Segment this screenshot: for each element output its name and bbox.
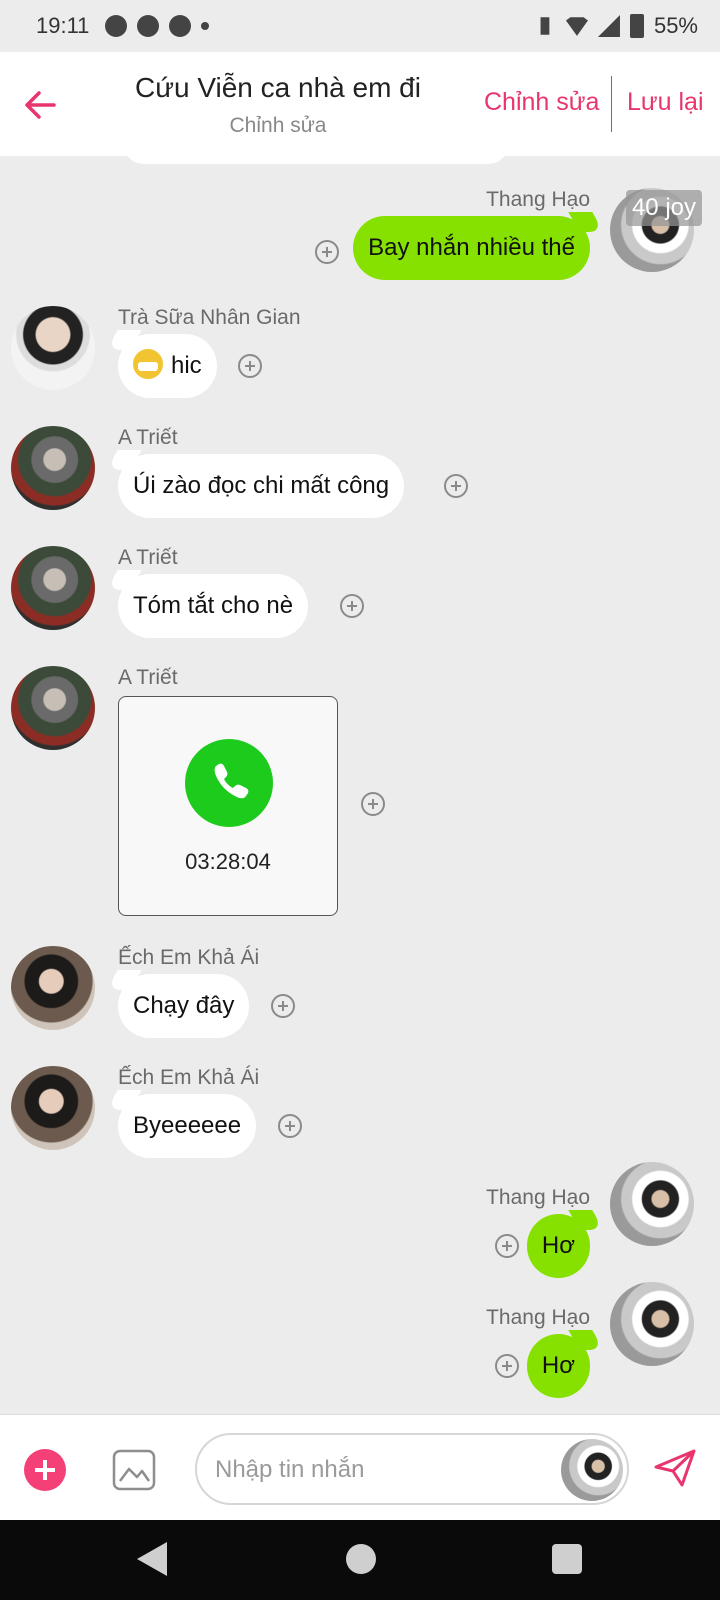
add-reaction-icon[interactable] xyxy=(444,474,468,498)
avatar[interactable] xyxy=(11,426,95,510)
joy-badge: 40 joy xyxy=(625,190,702,226)
message-text: hic xyxy=(171,352,202,379)
add-reaction-icon[interactable] xyxy=(271,994,295,1018)
wifi-icon xyxy=(565,17,588,36)
chat-subtitle: Chỉnh sửa xyxy=(229,114,327,137)
message-bubble[interactable]: hic xyxy=(118,334,217,398)
add-reaction-icon[interactable] xyxy=(238,354,262,378)
add-reaction-icon[interactable] xyxy=(340,594,364,618)
message-field[interactable] xyxy=(195,1433,629,1505)
nav-back-icon[interactable] xyxy=(137,1542,167,1576)
header-divider xyxy=(611,76,612,132)
message-bubble[interactable]: Byeeeeee xyxy=(118,1094,257,1158)
message-bubble[interactable]: Tóm tắt cho nè xyxy=(118,574,309,638)
system-nav-bar xyxy=(0,1520,720,1600)
save-button[interactable]: Lưu lại xyxy=(627,88,704,117)
sneezing-face-emoji xyxy=(133,349,163,379)
call-circle xyxy=(185,739,273,827)
add-reaction-icon[interactable] xyxy=(495,1234,519,1258)
image-icon[interactable] xyxy=(112,1449,156,1491)
nav-recents-icon[interactable] xyxy=(552,1544,582,1574)
sender-name: A Triết xyxy=(118,666,178,689)
avatar[interactable] xyxy=(610,1162,694,1246)
message-row: Ếch Em Khả Ái Byeeeeee xyxy=(0,1066,720,1158)
message-row: Ếch Em Khả Ái Chạy đây xyxy=(0,946,720,1038)
status-bar: 19:11 55% xyxy=(0,0,720,52)
previous-message-bubble xyxy=(124,156,508,164)
sender-name: Ếch Em Khả Ái xyxy=(118,1066,260,1089)
message-row: Thang Hạo Hơ xyxy=(0,1282,720,1398)
message-list[interactable]: Thang Hạo Bay nhắn nhiều thế 40 joy Trà … xyxy=(0,156,720,1414)
edit-button[interactable]: Chỉnh sửa xyxy=(484,88,599,117)
message-row: Thang Hạo Hơ xyxy=(0,1162,720,1278)
sender-name: A Triết xyxy=(118,426,178,449)
add-reaction-icon[interactable] xyxy=(315,240,339,264)
sender-name: Thang Hạo xyxy=(486,1186,590,1209)
add-reaction-icon[interactable] xyxy=(278,1114,302,1138)
sender-name: A Triết xyxy=(118,546,178,569)
status-time: 19:11 xyxy=(36,13,90,38)
sender-name: Thang Hạo xyxy=(486,1306,590,1329)
message-row: A Triết 03:28:04 xyxy=(0,666,720,926)
vibrate-icon xyxy=(540,17,550,35)
battery-icon xyxy=(629,14,644,38)
sender-name: Trà Sữa Nhân Gian xyxy=(118,306,301,329)
message-bubble[interactable]: Hơ xyxy=(526,1214,590,1278)
avatar[interactable] xyxy=(11,946,95,1030)
chat-header: Cứu Viễn ca nhà em đi Chỉnh sửa Chỉnh sử… xyxy=(0,52,720,156)
back-arrow-icon[interactable] xyxy=(18,82,64,128)
message-row: A Triết Úi zào đọc chi mất công xyxy=(0,426,720,518)
message-row: Trà Sữa Nhân Gian hic xyxy=(0,306,720,398)
message-bubble[interactable]: Bay nhắn nhiều thế xyxy=(353,216,590,280)
add-reaction-icon[interactable] xyxy=(361,792,385,816)
avatar[interactable] xyxy=(11,306,95,390)
message-row: A Triết Tóm tắt cho nè xyxy=(0,546,720,638)
nav-home-icon[interactable] xyxy=(346,1544,376,1574)
add-reaction-icon[interactable] xyxy=(495,1354,519,1378)
avatar[interactable] xyxy=(11,666,95,750)
send-icon[interactable] xyxy=(652,1447,698,1489)
chat-title: Cứu Viễn ca nhà em đi xyxy=(135,72,421,103)
avatar[interactable] xyxy=(11,546,95,630)
dot-icon xyxy=(201,22,210,30)
messenger-icon xyxy=(105,15,128,37)
messenger-icon xyxy=(169,15,192,37)
message-bubble[interactable]: Úi zào đọc chi mất công xyxy=(118,454,405,518)
message-input[interactable] xyxy=(215,1455,545,1485)
chat-bubble-icon xyxy=(137,15,160,37)
message-bubble[interactable]: Hơ xyxy=(526,1334,590,1398)
sender-name: Ếch Em Khả Ái xyxy=(118,946,260,969)
phone-icon xyxy=(214,763,249,799)
avatar[interactable] xyxy=(610,1282,694,1366)
signal-icon xyxy=(597,15,620,37)
call-card[interactable]: 03:28:04 xyxy=(118,696,338,916)
avatar[interactable] xyxy=(561,1439,623,1501)
call-duration: 03:28:04 xyxy=(185,849,271,874)
composer-bar xyxy=(0,1414,720,1520)
add-attachment-button[interactable] xyxy=(24,1449,66,1491)
sender-name: Thang Hạo xyxy=(486,188,590,211)
message-row: Thang Hạo Bay nhắn nhiều thế 40 joy xyxy=(0,186,720,280)
avatar[interactable] xyxy=(11,1066,95,1150)
message-bubble[interactable]: Chạy đây xyxy=(118,974,250,1038)
notification-icons xyxy=(105,15,210,37)
battery-percent: 55% xyxy=(653,13,698,38)
